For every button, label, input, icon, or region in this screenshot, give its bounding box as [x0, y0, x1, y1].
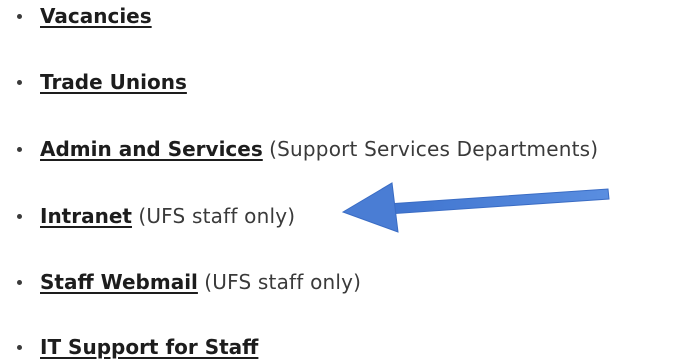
bullet-icon: [17, 345, 22, 350]
intranet-note: (UFS staff only): [138, 204, 296, 228]
admin-and-services-link[interactable]: Admin and Services: [40, 137, 263, 161]
left-arrow-icon: [341, 182, 610, 233]
bullet-icon: [17, 147, 22, 152]
bullet-icon: [17, 14, 22, 19]
vacancies-link[interactable]: Vacancies: [40, 4, 152, 28]
staff-webmail-note: (UFS staff only): [204, 270, 362, 294]
staff-webmail-link[interactable]: Staff Webmail: [40, 270, 198, 294]
bullet-icon: [17, 214, 22, 219]
trade-unions-link[interactable]: Trade Unions: [40, 70, 187, 94]
bullet-icon: [17, 280, 22, 285]
it-support-link[interactable]: IT Support for Staff: [40, 335, 258, 359]
intranet-link[interactable]: Intranet: [40, 204, 132, 228]
admin-and-services-note: (Support Services Departments): [269, 137, 599, 161]
bullet-icon: [17, 80, 22, 85]
